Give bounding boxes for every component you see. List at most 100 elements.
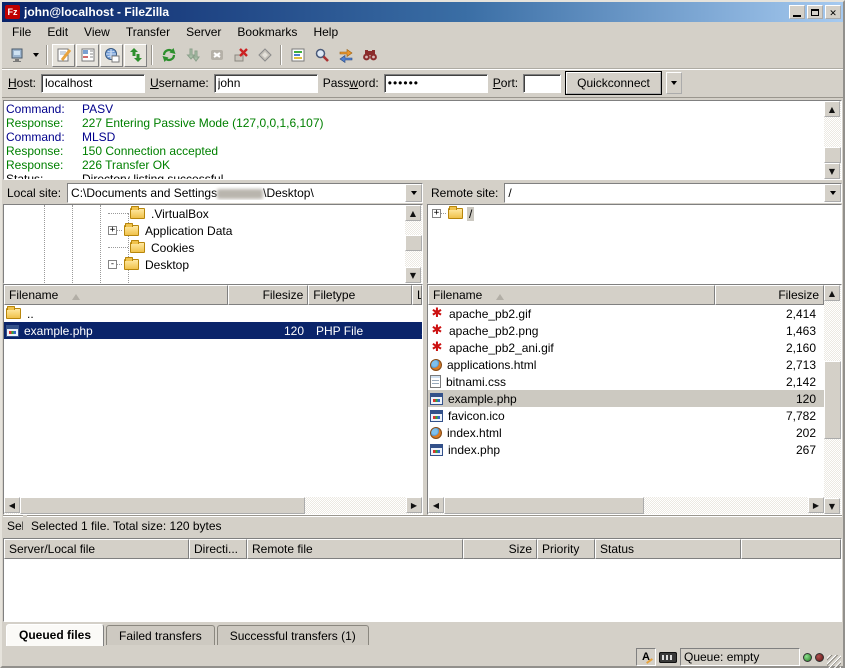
log-scrollbar[interactable]: ▲ ▼ [824,101,841,179]
scrollbar-thumb[interactable] [824,361,841,439]
site-manager-dropdown[interactable] [29,44,42,67]
scroll-down-icon[interactable]: ▼ [824,498,840,514]
column-header-filename[interactable]: Filename [428,285,715,305]
tab-queued-files[interactable]: Queued files [6,624,104,646]
tree-item-virtualbox[interactable]: .VirtualBox [4,205,405,222]
remote-horizontal-scrollbar[interactable]: ◀ ▶ [428,497,824,514]
toggle-remote-tree-button[interactable] [100,44,123,67]
abort-button[interactable] [253,44,276,67]
menu-edit[interactable]: Edit [39,23,76,41]
toggle-message-log-button[interactable] [52,44,75,67]
filezilla-window: Fz john@localhost - FileZilla ✕ File Edi… [0,0,845,668]
list-item[interactable]: applications.html 2,713 [428,356,824,373]
remote-site-combo[interactable]: / [504,183,842,203]
column-header-size[interactable]: Size [463,539,537,559]
filter-button[interactable] [286,44,309,67]
scroll-up-icon[interactable]: ▲ [824,101,840,117]
tree-item-cookies[interactable]: Cookies [4,239,405,256]
process-queue-button[interactable] [181,44,204,67]
column-header-filetype[interactable]: Filetype [308,285,412,305]
scroll-up-icon[interactable]: ▲ [824,285,840,301]
maximize-button[interactable] [807,5,823,19]
cancel-operation-button[interactable] [205,44,228,67]
scroll-down-icon[interactable]: ▼ [824,163,840,179]
status-indicator-icon [659,652,677,663]
disconnect-button[interactable] [229,44,252,67]
column-header-direction[interactable]: Directi... [189,539,247,559]
host-input[interactable] [41,74,145,93]
expand-icon[interactable]: + [432,209,441,218]
column-header-filesize[interactable]: Filesize [228,285,308,305]
menu-server[interactable]: Server [178,23,229,41]
quickconnect-button[interactable]: Quickconnect [566,72,661,94]
column-header-server-local-file[interactable]: Server/Local file [4,539,189,559]
collapse-icon[interactable]: - [108,260,117,269]
compare-directories-button[interactable] [334,44,357,67]
list-item[interactable]: ✱apache_pb2.png 1,463 [428,322,824,339]
column-header-priority[interactable]: Priority [537,539,595,559]
resize-grip[interactable] [827,655,841,668]
scroll-up-icon[interactable]: ▲ [405,205,421,221]
list-item-parent-dir[interactable]: .. [4,305,422,322]
window-title: john@localhost - FileZilla [24,5,789,19]
tree-item-application-data[interactable]: + Application Data [4,222,405,239]
site-manager-button[interactable] [5,44,28,67]
column-header-filesize[interactable]: Filesize [715,285,824,305]
password-input[interactable] [384,74,488,93]
scroll-down-icon[interactable]: ▼ [405,267,421,283]
remote-tree-icon [104,47,120,63]
port-input[interactable] [523,74,561,93]
local-tree-scrollbar[interactable]: ▲ ▼ [405,205,422,283]
menu-bookmarks[interactable]: Bookmarks [229,23,305,41]
username-label: Username: [150,76,209,90]
folder-icon [6,308,21,319]
menu-view[interactable]: View [76,23,118,41]
column-header-filename[interactable]: Filename [4,285,228,305]
column-header-last-modified[interactable]: L [412,285,422,305]
expand-icon[interactable]: + [108,226,117,235]
column-header-remote-file[interactable]: Remote file [247,539,463,559]
scroll-right-icon[interactable]: ▶ [808,497,824,513]
refresh-button[interactable] [157,44,180,67]
scroll-right-icon[interactable]: ▶ [406,497,422,513]
list-item-example-php[interactable]: example.php 120 PHP File 1 [4,322,422,339]
local-horizontal-scrollbar[interactable]: ◀ ▶ [4,497,422,514]
list-item[interactable]: ✱apache_pb2.gif 2,414 [428,305,824,322]
username-input[interactable] [214,74,318,93]
remote-site-dropdown[interactable] [824,184,841,202]
list-item[interactable]: ✱apache_pb2_ani.gif 2,160 [428,339,824,356]
toggle-local-tree-button[interactable] [76,44,99,67]
tree-item-desktop[interactable]: - Desktop [4,256,405,273]
find-files-button[interactable] [358,44,381,67]
list-item[interactable]: index.html 202 [428,424,824,441]
list-item-selected[interactable]: example.php 120 [428,390,824,407]
tab-failed-transfers[interactable]: Failed transfers [106,625,215,645]
scroll-left-icon[interactable]: ◀ [4,497,20,513]
menu-transfer[interactable]: Transfer [118,23,178,41]
scrollbar-thumb[interactable] [405,235,422,251]
local-tree: .VirtualBox + Application Data Cookies - [3,204,423,284]
minimize-button[interactable] [789,5,805,19]
scrollbar-thumb[interactable] [824,147,841,163]
menu-file[interactable]: File [4,23,39,41]
menu-help[interactable]: Help [305,23,346,41]
titlebar[interactable]: Fz john@localhost - FileZilla ✕ [2,2,843,22]
local-site-combo[interactable]: C:\Documents and Settings\Desktop\ [67,183,423,203]
list-item[interactable]: favicon.ico 7,782 [428,407,824,424]
tree-item-root[interactable]: + / [428,205,841,222]
scroll-left-icon[interactable]: ◀ [428,497,444,513]
column-header-status[interactable]: Status [595,539,741,559]
close-button[interactable]: ✕ [825,5,841,19]
scrollbar-thumb[interactable] [444,497,644,514]
scrollbar-thumb[interactable] [20,497,305,514]
chevron-down-icon [33,53,39,60]
toggle-queue-button[interactable] [124,44,147,67]
list-item[interactable]: index.php 267 [428,441,824,458]
remote-vertical-scrollbar[interactable]: ▲ ▼ [824,285,841,514]
tab-successful-transfers[interactable]: Successful transfers (1) [217,625,369,645]
quickconnect-dropdown[interactable] [666,72,682,94]
transfer-type-indicator[interactable]: A [636,648,656,666]
list-item[interactable]: bitnami.css 2,142 [428,373,824,390]
search-button[interactable] [310,44,333,67]
local-site-dropdown[interactable] [405,184,422,202]
